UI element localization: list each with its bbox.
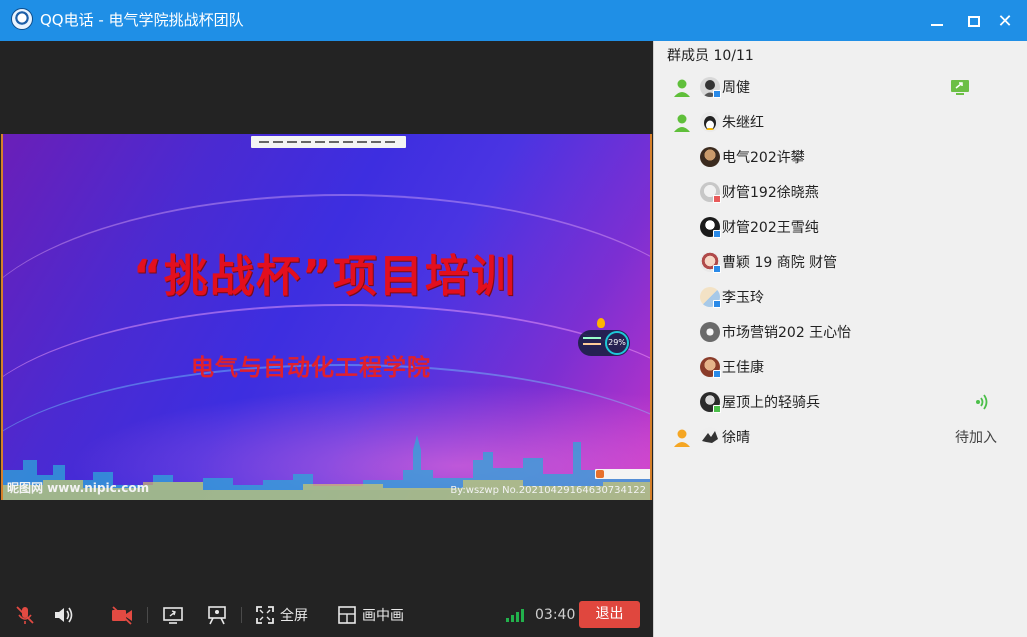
picture-in-picture-label: 画中画	[362, 608, 404, 624]
owner-role-icon	[674, 429, 690, 447]
avatar[interactable]	[700, 112, 720, 132]
slide-title: “挑战杯”项目培训	[133, 251, 517, 302]
toolbar-divider	[241, 607, 242, 623]
microphone-muted-icon	[16, 606, 34, 624]
member-row[interactable]: 王佳康	[654, 350, 1027, 385]
exit-call-button[interactable]: 退出	[579, 601, 640, 628]
picture-in-picture-icon	[338, 606, 356, 624]
screen-share-icon	[951, 80, 969, 95]
member-row[interactable]: 周健	[654, 70, 1027, 105]
minimize-button[interactable]	[926, 10, 948, 32]
device-badge	[713, 405, 721, 413]
window-title: QQ电话 - 电气学院挑战杯团队	[40, 11, 244, 29]
video-area[interactable]: “挑战杯”项目培训 电气与自动化工程学院 29% 昵图网 www.nipic.c…	[0, 41, 653, 592]
presentation-icon	[208, 606, 226, 625]
fullscreen-button[interactable]: 全屏	[256, 605, 308, 625]
member-name: 曹颖 19 商院 财管	[722, 255, 838, 271]
admin-role-icon	[674, 114, 690, 132]
performance-gauge: 29%	[605, 331, 629, 355]
speaking-icon	[976, 394, 988, 410]
member-name: 李玉玲	[722, 290, 764, 306]
screen-share-icon	[163, 607, 183, 624]
member-name: 王佳康	[722, 360, 764, 376]
sharing-mini-toolbar	[595, 469, 650, 479]
member-panel: 群成员 10/11 周健 朱继红 电气202许攀 财管192徐晓燕 财管202王…	[653, 41, 1027, 637]
performance-widget: 29%	[578, 330, 630, 356]
member-row[interactable]: 朱继红	[654, 105, 1027, 140]
screen-share-button[interactable]	[162, 605, 184, 625]
device-badge	[713, 230, 721, 238]
minimize-icon	[931, 24, 943, 26]
title-bar: QQ电话 - 电气学院挑战杯团队 ✕	[0, 0, 1027, 41]
picture-in-picture-button[interactable]: 画中画	[338, 605, 404, 625]
member-name: 财管202王雪纯	[722, 220, 819, 236]
member-name: 朱继红	[722, 115, 764, 131]
device-badge	[713, 90, 721, 98]
presentation-button[interactable]	[206, 605, 228, 625]
network-signal-icon	[506, 608, 528, 622]
member-name: 屋顶上的轻骑兵	[722, 395, 820, 411]
device-badge	[713, 265, 721, 273]
member-row[interactable]: 李玉玲	[654, 280, 1027, 315]
speaker-icon	[55, 607, 73, 623]
device-badge	[713, 195, 721, 203]
call-toolbar: 全屏 画中画 03:40 退出	[0, 592, 653, 637]
camera-off-icon	[112, 606, 132, 625]
member-row[interactable]: 屋顶上的轻骑兵	[654, 385, 1027, 420]
camera-toggle-button[interactable]	[110, 605, 134, 625]
member-name: 周健	[722, 80, 750, 96]
member-count-header: 群成员 10/11	[667, 48, 754, 64]
maximize-button[interactable]	[963, 10, 985, 32]
watermark-right: By:wszwp No.20210429164630734122	[450, 485, 646, 496]
fullscreen-icon	[256, 606, 274, 624]
member-row[interactable]: 曹颖 19 商院 财管	[654, 245, 1027, 280]
device-badge	[713, 370, 721, 378]
member-name: 财管192徐晓燕	[722, 185, 819, 201]
call-timer: 03:40	[535, 607, 576, 623]
member-row[interactable]: 市场营销202 王心怡	[654, 315, 1027, 350]
toolbar-divider	[147, 607, 148, 623]
avatar[interactable]	[700, 322, 720, 342]
avatar[interactable]	[700, 147, 720, 167]
member-row[interactable]: 徐晴 待加入	[654, 420, 1027, 455]
member-row[interactable]: 财管202王雪纯	[654, 210, 1027, 245]
mute-microphone-button[interactable]	[14, 605, 36, 625]
avatar[interactable]	[700, 427, 720, 447]
member-status: 待加入	[955, 430, 997, 446]
member-name: 电气202许攀	[722, 150, 805, 166]
device-badge	[713, 300, 721, 308]
shared-screen[interactable]: “挑战杯”项目培训 电气与自动化工程学院 29% 昵图网 www.nipic.c…	[1, 134, 652, 500]
member-name: 市场营销202 王心怡	[722, 325, 852, 341]
slide-subtitle: 电气与自动化工程学院	[191, 355, 431, 381]
qq-call-window: QQ电话 - 电气学院挑战杯团队 ✕ “挑战杯”项目培训 电气与自动化工程学院 …	[0, 0, 1027, 637]
maximize-icon	[968, 15, 980, 27]
flame-icon	[597, 318, 605, 328]
close-button[interactable]: ✕	[994, 10, 1016, 32]
watermark-left: 昵图网 www.nipic.com	[7, 481, 150, 495]
speaker-button[interactable]	[52, 605, 74, 625]
slide-share-toolbar	[251, 136, 406, 148]
member-row[interactable]: 财管192徐晓燕	[654, 175, 1027, 210]
member-name: 徐晴	[722, 430, 750, 446]
member-row[interactable]: 电气202许攀	[654, 140, 1027, 175]
close-icon: ✕	[997, 10, 1013, 32]
fullscreen-label: 全屏	[280, 608, 308, 624]
qq-logo-icon	[11, 8, 33, 30]
admin-role-icon	[674, 79, 690, 97]
